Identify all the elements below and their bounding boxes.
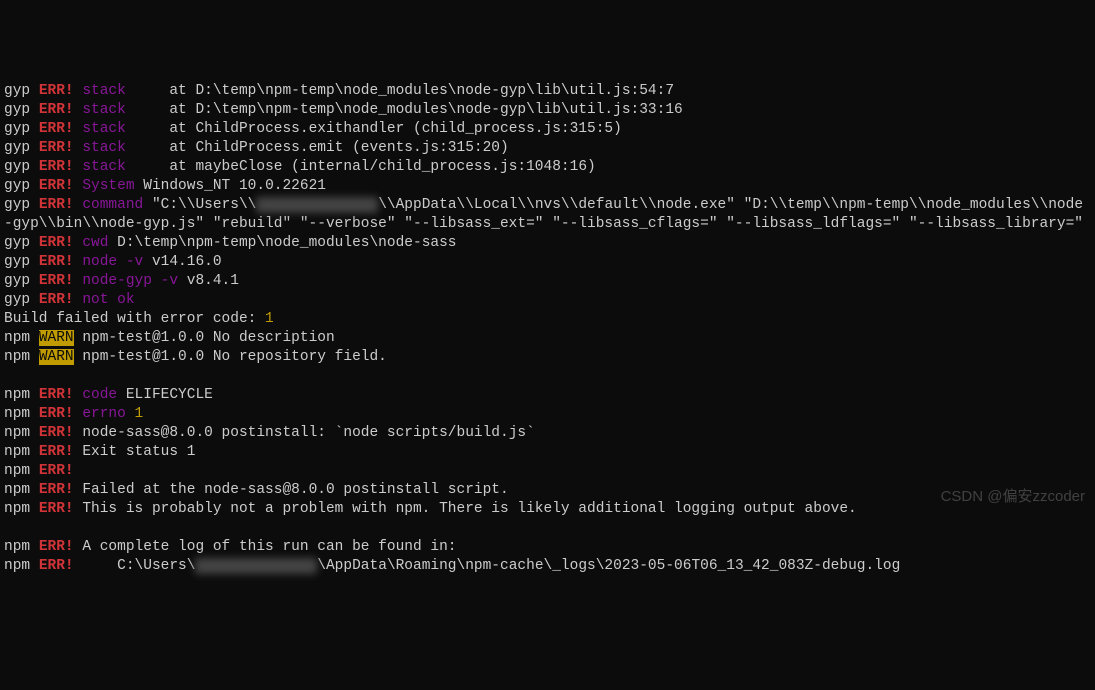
obscured-text: XXXXXXXXXXXXXX (256, 197, 378, 213)
terminal-output: gyp ERR! stack at D:\temp\npm-temp\node_… (4, 82, 1091, 576)
terminal-line: npm ERR! code ELIFECYCLE (4, 386, 1091, 405)
terminal-line: gyp ERR! stack at D:\temp\npm-temp\node_… (4, 82, 1091, 101)
terminal-line: npm ERR! A complete log of this run can … (4, 538, 1091, 557)
terminal-line: npm WARN npm-test@1.0.0 No repository fi… (4, 348, 1091, 367)
terminal-line: npm ERR! (4, 462, 1091, 481)
terminal-line: gyp ERR! stack at ChildProcess.exithandl… (4, 120, 1091, 139)
terminal-line: npm ERR! Failed at the node-sass@8.0.0 p… (4, 481, 1091, 500)
terminal-line: Build failed with error code: 1 (4, 310, 1091, 329)
terminal-line: gyp ERR! stack at D:\temp\npm-temp\node_… (4, 101, 1091, 120)
terminal-line: npm WARN npm-test@1.0.0 No description (4, 329, 1091, 348)
terminal-line: gyp ERR! node-gyp -v v8.4.1 (4, 272, 1091, 291)
terminal-line: npm ERR! errno 1 (4, 405, 1091, 424)
terminal-line: gyp ERR! cwd D:\temp\npm-temp\node_modul… (4, 234, 1091, 253)
terminal-line: gyp ERR! command "C:\\Users\\XXXXXXXXXXX… (4, 196, 1091, 234)
terminal-line: gyp ERR! node -v v14.16.0 (4, 253, 1091, 272)
terminal-line: npm ERR! node-sass@8.0.0 postinstall: `n… (4, 424, 1091, 443)
terminal-line: gyp ERR! stack at maybeClose (internal/c… (4, 158, 1091, 177)
terminal-line (4, 367, 1091, 386)
terminal-line: npm ERR! Exit status 1 (4, 443, 1091, 462)
obscured-text: XXXXXXXXXXXXXX (195, 558, 317, 574)
terminal-line: npm ERR! C:\Users\XXXXXXXXXXXXXX\AppData… (4, 557, 1091, 576)
terminal-line: npm ERR! This is probably not a problem … (4, 500, 1091, 519)
terminal-line: gyp ERR! System Windows_NT 10.0.22621 (4, 177, 1091, 196)
terminal-line: gyp ERR! not ok (4, 291, 1091, 310)
terminal-line: gyp ERR! stack at ChildProcess.emit (eve… (4, 139, 1091, 158)
